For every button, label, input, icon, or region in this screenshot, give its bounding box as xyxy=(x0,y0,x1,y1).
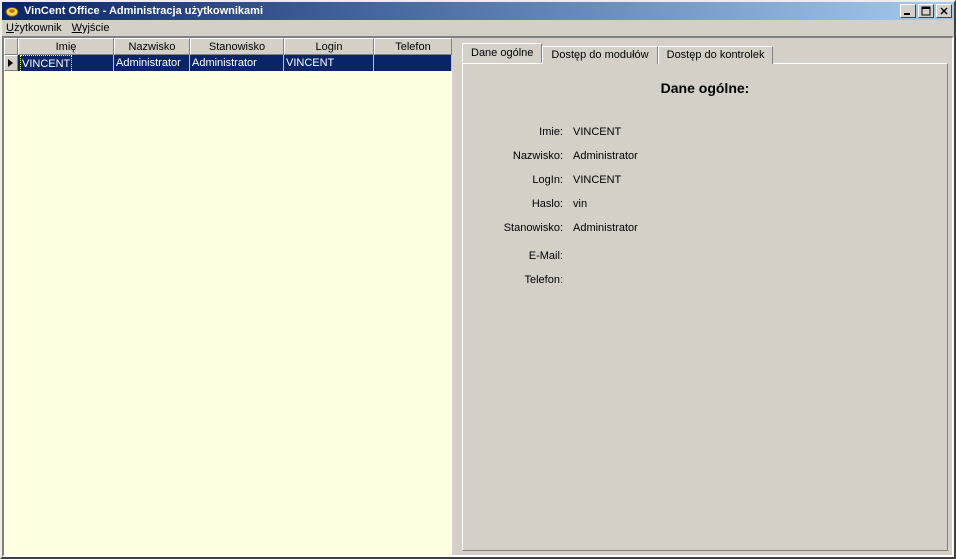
grid-header-indicator[interactable] xyxy=(4,38,18,55)
grid-header-imie[interactable]: Imię xyxy=(18,38,114,55)
title-bar[interactable]: VinCent Office - Administracja użytkowni… xyxy=(2,2,954,20)
label-stanowisko: Stanowisko: xyxy=(483,222,563,234)
client-area: Imię Nazwisko Stanowisko Login Telefon V… xyxy=(2,36,954,557)
tab-controls[interactable]: Dostęp do kontrolek xyxy=(658,46,774,64)
value-stanowisko: Administrator xyxy=(573,222,638,235)
app-icon xyxy=(4,3,20,19)
detail-row-stanowisko: Stanowisko: Administrator xyxy=(483,222,937,246)
grid-body[interactable]: VINCENT Administrator Administrator VINC… xyxy=(4,55,452,555)
window-title: VinCent Office - Administracja użytkowni… xyxy=(24,5,898,17)
details-pane: Dane ogólne Dostęp do modułów Dostęp do … xyxy=(458,38,952,555)
cell-stanowisko[interactable]: Administrator xyxy=(190,55,284,71)
label-email: E-Mail: xyxy=(483,250,563,262)
label-nazwisko: Nazwisko: xyxy=(483,150,563,162)
label-login: LogIn: xyxy=(483,174,563,186)
panel-title: Dane ogólne: xyxy=(473,80,937,96)
value-nazwisko: Administrator xyxy=(573,150,638,163)
window-buttons xyxy=(898,4,952,18)
tab-panel-general: Dane ogólne: Imie: VINCENT Nazwisko: Adm… xyxy=(462,63,948,551)
detail-row-nazwisko: Nazwisko: Administrator xyxy=(483,150,937,174)
maximize-button[interactable] xyxy=(918,4,934,18)
detail-row-telefon: Telefon: xyxy=(483,270,937,294)
grid-header-login[interactable]: Login xyxy=(284,38,374,55)
close-button[interactable] xyxy=(936,4,952,18)
main-window: VinCent Office - Administracja użytkowni… xyxy=(0,0,956,559)
label-imie: Imie: xyxy=(483,126,563,138)
menu-user[interactable]: Użytkownik xyxy=(6,22,62,34)
table-row[interactable]: VINCENT Administrator Administrator VINC… xyxy=(4,55,452,71)
minimize-button[interactable] xyxy=(900,4,916,18)
label-telefon: Telefon: xyxy=(483,274,563,286)
label-haslo: Haslo: xyxy=(483,198,563,210)
tab-modules[interactable]: Dostęp do modułów xyxy=(542,46,657,64)
user-grid[interactable]: Imię Nazwisko Stanowisko Login Telefon V… xyxy=(4,38,452,555)
detail-row-haslo: Haslo: vin xyxy=(483,198,937,222)
cell-login[interactable]: VINCENT xyxy=(284,55,374,71)
grid-header-row: Imię Nazwisko Stanowisko Login Telefon xyxy=(4,38,452,55)
value-haslo: vin xyxy=(573,198,587,211)
cell-imie[interactable]: VINCENT xyxy=(18,55,114,71)
grid-header-stanowisko[interactable]: Stanowisko xyxy=(190,38,284,55)
menu-exit[interactable]: Wyjście xyxy=(72,22,110,34)
value-imie: VINCENT xyxy=(573,126,621,139)
row-indicator-icon xyxy=(4,55,18,71)
detail-row-email: E-Mail: xyxy=(483,246,937,270)
detail-row-login: LogIn: VINCENT xyxy=(483,174,937,198)
grid-header-nazwisko[interactable]: Nazwisko xyxy=(114,38,190,55)
grid-header-telefon[interactable]: Telefon xyxy=(374,38,452,55)
cell-telefon[interactable] xyxy=(374,55,452,71)
tab-strip: Dane ogólne Dostęp do modułów Dostęp do … xyxy=(462,42,948,63)
menu-bar: Użytkownik Wyjście xyxy=(2,20,954,36)
cell-nazwisko[interactable]: Administrator xyxy=(114,55,190,71)
value-login: VINCENT xyxy=(573,174,621,187)
detail-rows: Imie: VINCENT Nazwisko: Administrator Lo… xyxy=(483,126,937,294)
tab-general[interactable]: Dane ogólne xyxy=(462,43,542,63)
detail-row-imie: Imie: VINCENT xyxy=(483,126,937,150)
